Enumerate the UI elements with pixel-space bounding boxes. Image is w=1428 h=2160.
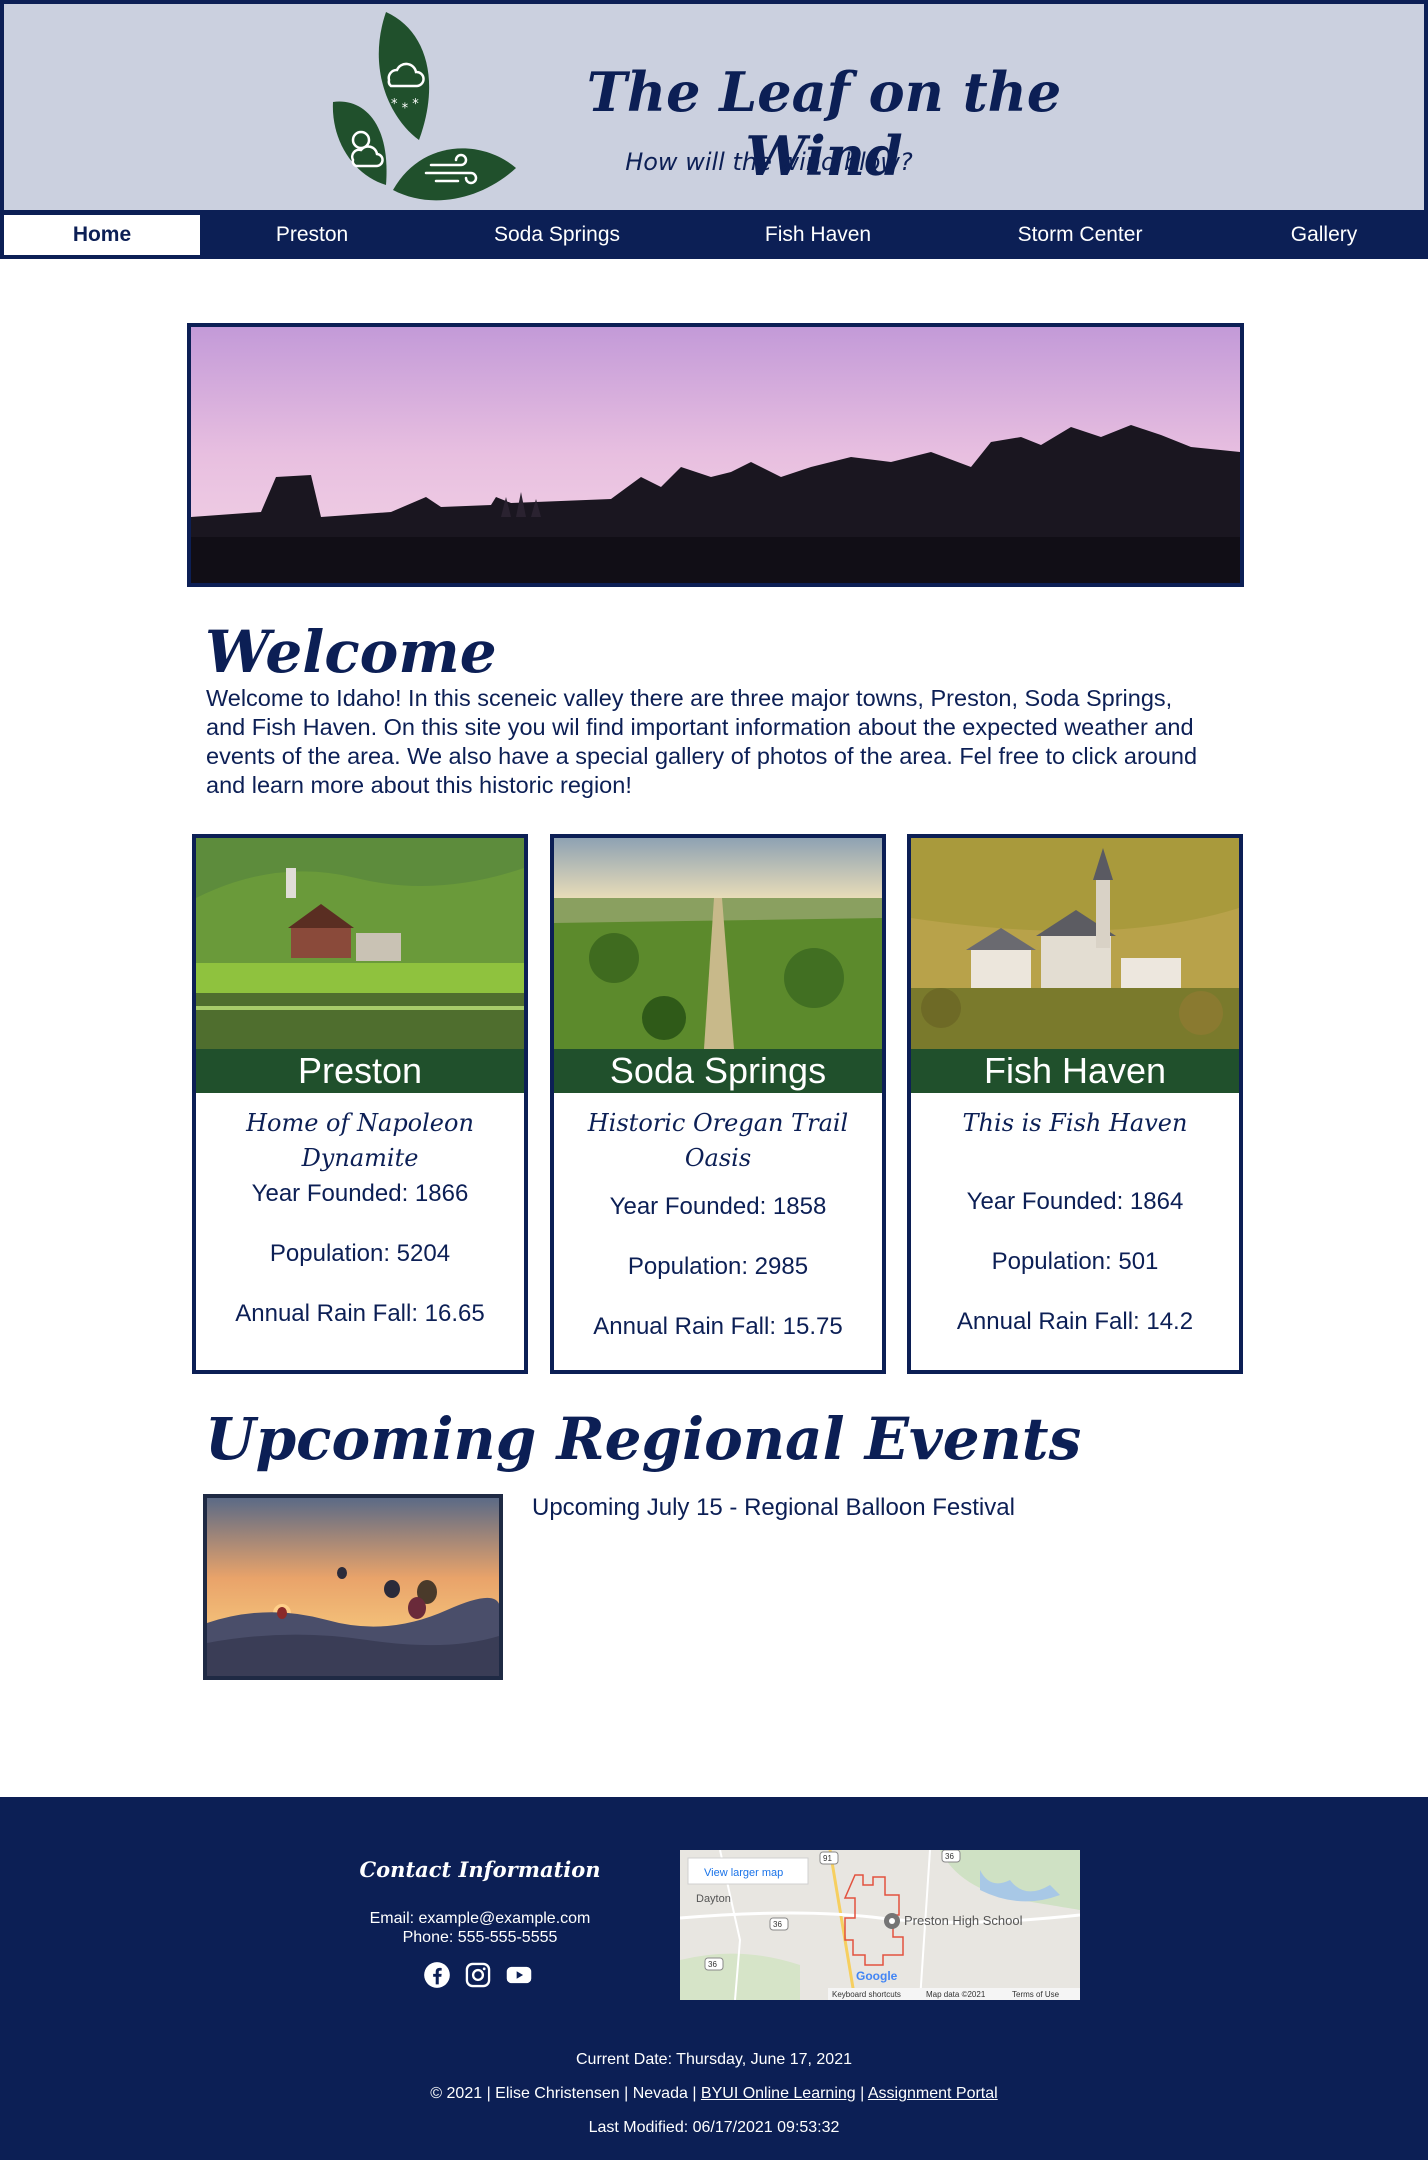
town-rainfall-preston: Annual Rain Fall: 16.65 xyxy=(235,1300,485,1327)
map-label-dayton: Dayton xyxy=(696,1893,731,1905)
soda-springs-photo xyxy=(554,838,882,1049)
map-label-preston-high-school: Preston High School xyxy=(904,1913,1023,1928)
town-rainfall-fish-haven: Annual Rain Fall: 14.2 xyxy=(956,1308,1194,1335)
town-founded-fish-haven: Year Founded: 1864 xyxy=(966,1188,1184,1215)
nav-item-fish-haven[interactable]: Fish Haven xyxy=(718,215,918,255)
facebook-icon[interactable] xyxy=(423,1961,451,1989)
site-header: * ⁎ * The Leaf on the Wind How will the … xyxy=(0,0,1428,212)
event-item: Upcoming July 15 - Regional Balloon Fest… xyxy=(532,1494,1015,1521)
town-name-soda-springs: Soda Springs xyxy=(554,1049,882,1093)
map-route-label: 36 xyxy=(773,1920,782,1929)
copyright-separator: | xyxy=(855,2085,868,2102)
map-terms-link[interactable]: Terms of Use xyxy=(1012,1990,1060,1999)
copyright-line: © 2021 | Elise Christensen | Nevada | BY… xyxy=(0,2085,1428,2103)
current-date: Current Date: Thursday, June 17, 2021 xyxy=(575,2051,852,2068)
map-route-label: 36 xyxy=(945,1852,954,1861)
town-card-preston: Preston Home of Napoleon Dynamite Year F… xyxy=(192,834,528,1374)
events-heading: Upcoming Regional Events xyxy=(205,1405,1082,1473)
contact-phone: Phone: 555-555-5555 xyxy=(402,1929,558,1946)
svg-text:* ⁎ *: * ⁎ * xyxy=(391,97,419,112)
town-name-preston: Preston xyxy=(196,1049,524,1093)
town-population-preston: Population: 5204 xyxy=(269,1240,451,1267)
last-modified: Last Modified: 06/17/2021 09:53:32 xyxy=(588,2119,840,2136)
map-route-label: 91 xyxy=(823,1854,832,1863)
leaf-weather-logo-icon: * ⁎ * xyxy=(332,12,516,201)
site-footer: Contact Information Email: example@examp… xyxy=(0,1797,1428,2160)
town-card-fish-haven: Fish Haven This is Fish Haven Year Found… xyxy=(907,834,1243,1374)
instagram-icon[interactable] xyxy=(464,1961,492,1989)
town-name-fish-haven: Fish Haven xyxy=(911,1049,1239,1093)
town-card-soda-springs: Soda Springs Historic Oregan Trail Oasis… xyxy=(550,834,886,1374)
town-population-fish-haven: Population: 501 xyxy=(991,1248,1159,1275)
balloon-festival-photo xyxy=(203,1494,503,1680)
town-rainfall-soda-springs: Annual Rain Fall: 15.75 xyxy=(593,1313,843,1340)
copyright-text: © 2021 | Elise Christensen | Nevada | xyxy=(430,2085,701,2102)
contact-email[interactable]: Email: example@example.com xyxy=(330,1910,630,1928)
town-founded-soda-springs: Year Founded: 1858 xyxy=(609,1193,827,1220)
assignment-portal-link[interactable]: Assignment Portal xyxy=(868,2085,998,2102)
youtube-icon[interactable] xyxy=(505,1961,533,1989)
main-navigation: Home Preston Soda Springs Fish Haven Sto… xyxy=(0,210,1428,259)
map-route-label: 36 xyxy=(708,1960,717,1969)
map-keyboard-shortcuts-link[interactable]: Keyboard shortcuts xyxy=(832,1990,901,1999)
nav-item-preston[interactable]: Preston xyxy=(212,215,412,255)
contact-heading: Contact Information xyxy=(359,1857,601,1882)
preston-photo xyxy=(196,838,524,1049)
town-motto-preston: Home of Napoleon Dynamite xyxy=(246,1109,474,1172)
map-data-attribution: Map data ©2021 xyxy=(926,1990,986,1999)
hero-banner-image xyxy=(187,323,1244,587)
site-tagline: How will the wind blow? xyxy=(625,148,913,176)
welcome-paragraph: Welcome to Idaho! In this sceneic valley… xyxy=(206,685,1198,798)
town-motto-soda-springs: Historic Oregan Trail Oasis xyxy=(587,1109,849,1172)
town-motto-fish-haven: This is Fish Haven xyxy=(962,1109,1188,1137)
google-logo-icon: Google xyxy=(856,1969,898,1983)
nav-item-soda-springs[interactable]: Soda Springs xyxy=(457,215,657,255)
town-population-soda-springs: Population: 2985 xyxy=(627,1253,809,1280)
nav-item-gallery[interactable]: Gallery xyxy=(1224,215,1424,255)
nav-item-home[interactable]: Home xyxy=(4,215,200,255)
nav-item-storm-center[interactable]: Storm Center xyxy=(980,215,1180,255)
view-larger-map-link[interactable]: View larger map xyxy=(704,1867,783,1879)
welcome-heading: Welcome xyxy=(205,618,497,686)
embedded-map[interactable]: View larger map Dayton Preston High Scho… xyxy=(680,1850,1080,2000)
town-founded-preston: Year Founded: 1866 xyxy=(251,1180,469,1207)
byui-online-learning-link[interactable]: BYUI Online Learning xyxy=(701,2085,856,2102)
fish-haven-photo xyxy=(911,838,1239,1049)
